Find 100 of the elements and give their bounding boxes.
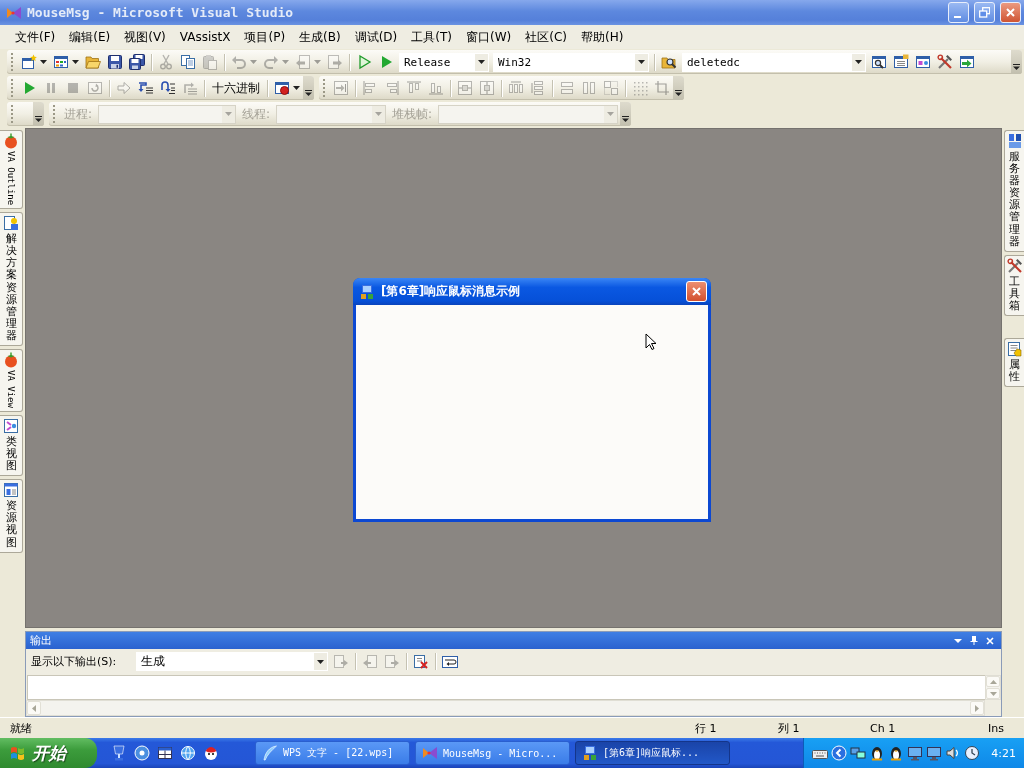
tool-tab[interactable]: VA View xyxy=(0,349,23,412)
blocks-icon xyxy=(1006,133,1023,149)
column-indicator: 列 1 xyxy=(778,720,801,736)
clock-face-icon[interactable] xyxy=(964,745,981,761)
pages-icon xyxy=(180,54,196,70)
menu-item[interactable]: 视图(V) xyxy=(117,26,173,48)
undo-icon xyxy=(231,54,247,70)
scroll-up-button[interactable] xyxy=(986,676,1000,687)
space-across-icon xyxy=(508,80,524,96)
caret-icon xyxy=(250,60,257,64)
step-out-icon xyxy=(182,80,198,96)
dropdown[interactable]: Release xyxy=(399,52,489,72)
page-cross-icon xyxy=(413,653,430,670)
window-icon[interactable] xyxy=(157,745,173,761)
caret-icon xyxy=(317,659,325,664)
globe-icon[interactable] xyxy=(180,745,196,761)
horizontal-scrollbar[interactable] xyxy=(26,700,985,716)
redo-icon xyxy=(263,54,279,70)
toolbar-options-icon xyxy=(35,116,42,122)
taskbar-button[interactable]: [第6章]响应鼠标... xyxy=(575,741,730,765)
window-list-icon xyxy=(893,54,909,70)
toolbar-options-button[interactable] xyxy=(1011,50,1022,74)
grip-icon[interactable] xyxy=(10,104,14,124)
scroll-down-button[interactable] xyxy=(986,688,1000,699)
align-right-icon xyxy=(384,80,400,96)
toolbar-options-icon xyxy=(622,116,630,122)
right-arrow-icon xyxy=(975,704,979,712)
overlapping-screens-icon[interactable] xyxy=(850,745,867,761)
grip-icon[interactable] xyxy=(10,78,14,98)
dropdown[interactable]: 生成 xyxy=(136,652,329,671)
chevron-circle-icon[interactable] xyxy=(831,745,848,761)
step-into-icon xyxy=(138,80,154,96)
status-message: 就绪 xyxy=(10,720,33,736)
menu-item[interactable]: 社区(C) xyxy=(518,26,574,48)
scroll-left-button[interactable] xyxy=(27,701,41,715)
restart-icon xyxy=(87,80,103,96)
monitor-icon[interactable] xyxy=(926,745,943,761)
cup-icon[interactable] xyxy=(111,745,127,761)
dropdown[interactable]: deletedc xyxy=(682,52,866,72)
tool-tab[interactable]: 资源视图 xyxy=(0,479,23,553)
tool-tab[interactable]: 属性 xyxy=(1004,338,1024,388)
floppy-disks-icon xyxy=(129,54,145,70)
char-indicator: Ch 1 xyxy=(870,721,897,735)
close-button[interactable] xyxy=(1000,2,1021,23)
disc-icon[interactable] xyxy=(134,745,150,761)
page-back-icon xyxy=(295,54,311,70)
menu-item[interactable]: 生成(B) xyxy=(292,26,348,48)
field-label: 进程: xyxy=(63,105,94,123)
toolbar-options-button[interactable] xyxy=(620,102,632,126)
menu-item[interactable]: 工具(T) xyxy=(404,26,459,48)
menu-item[interactable]: 调试(D) xyxy=(347,26,405,48)
tomato-icon xyxy=(3,352,19,369)
feather-icon xyxy=(262,745,278,761)
clock: 4:21 xyxy=(991,746,1016,760)
toolbar-options-button[interactable] xyxy=(303,76,314,100)
mascot-icon[interactable] xyxy=(203,745,219,761)
vertical-scrollbar[interactable] xyxy=(985,675,1001,700)
tool-tab[interactable]: 工具箱 xyxy=(1004,254,1024,317)
tomato-icon xyxy=(3,133,19,149)
restore-button[interactable] xyxy=(974,2,995,23)
minimize-button[interactable] xyxy=(948,2,969,23)
menu-item[interactable]: 文件(F) xyxy=(8,26,63,48)
new-window-icon xyxy=(21,54,37,70)
layout-window-icon xyxy=(3,482,19,499)
grip-icon[interactable] xyxy=(10,52,14,72)
field-label: 堆栈帧: xyxy=(391,105,434,123)
page-shapes-icon xyxy=(3,215,19,232)
field-label: 显示以下输出(S): xyxy=(31,654,117,669)
toolbar-options-icon xyxy=(305,90,312,96)
caret-icon xyxy=(607,112,615,116)
toolbar-options-button[interactable] xyxy=(673,76,684,100)
restore-icon xyxy=(979,7,990,18)
dropdown[interactable]: Win32 xyxy=(493,52,649,72)
folder-icon xyxy=(85,54,101,70)
toggle-button[interactable]: 十六进制 xyxy=(208,77,264,99)
page-left-icon xyxy=(362,653,379,670)
toolbar-options-button[interactable] xyxy=(33,102,44,126)
start-button[interactable]: 开始 xyxy=(0,738,97,768)
menu-item[interactable]: 窗口(W) xyxy=(459,26,519,48)
window-shapes-icon xyxy=(915,54,931,70)
clipboard-icon xyxy=(202,54,218,70)
menu-item[interactable]: 帮助(H) xyxy=(574,26,631,48)
frame-corners-icon xyxy=(654,80,670,96)
panel-title: 输出 xyxy=(30,633,53,648)
grip-icon[interactable] xyxy=(322,78,326,98)
monitor-icon[interactable] xyxy=(907,745,924,761)
caret-icon xyxy=(293,86,300,90)
caret-icon xyxy=(282,60,289,64)
save-all-button[interactable] xyxy=(126,51,148,73)
tool-tab[interactable]: 服务器资源管理器 xyxy=(1004,130,1024,252)
menu-item[interactable]: 编辑(E) xyxy=(62,26,118,48)
tool-tab[interactable]: VA Outline xyxy=(0,130,23,210)
same-height-icon xyxy=(581,80,597,96)
tool-tab[interactable]: 解决方案资源管理器 xyxy=(0,212,23,347)
grip-icon[interactable] xyxy=(52,104,56,124)
scroll-right-button[interactable] xyxy=(970,701,984,715)
monitor-blocks-icon xyxy=(582,745,598,761)
menu-item[interactable]: 项目(P) xyxy=(237,26,293,48)
tool-tab[interactable]: 类视图 xyxy=(0,414,23,477)
menu-item[interactable]: VAssistX xyxy=(172,28,238,46)
